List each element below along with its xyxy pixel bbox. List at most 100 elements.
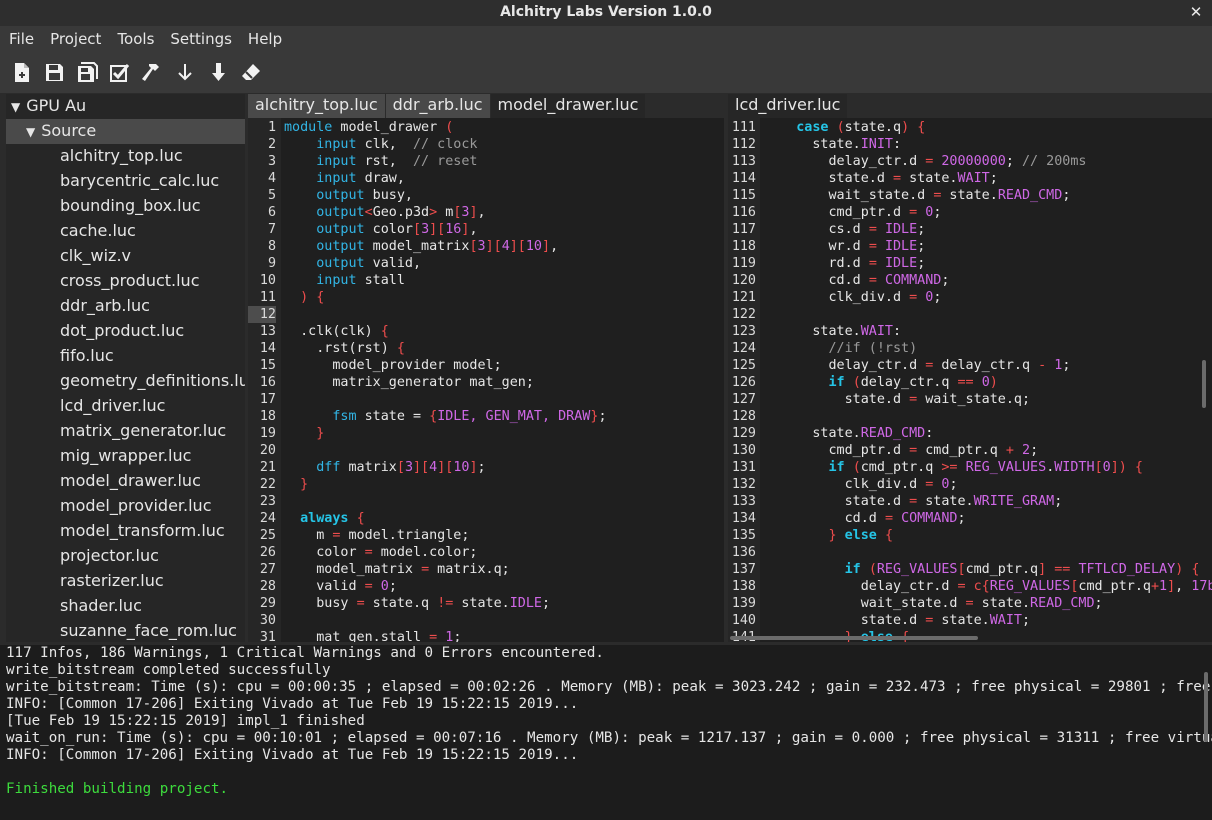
code-token: 10 [525,239,542,254]
code-token: = [364,545,373,560]
code-token: cmd_ptr.d [764,443,910,458]
code-text: //if (!rst) [764,340,918,357]
tree-file[interactable]: cache.luc [6,219,245,244]
expand-arrow-icon[interactable]: ▼ [11,100,20,114]
check-icon[interactable] [109,62,130,83]
tab-model_drawer-luc[interactable]: model_drawer.luc [490,94,647,118]
tree-file[interactable]: lcd_driver.luc [6,394,245,419]
load-flash-icon[interactable] [175,62,196,83]
code-text: dff matrix[3][4][10]; [284,459,485,476]
code-line: 4 input draw, [248,170,724,187]
tree-file[interactable]: fifo.luc [6,344,245,369]
tree-file[interactable]: alchitry_top.luc [6,144,245,169]
menu-project[interactable]: Project [42,26,109,53]
tree-file[interactable]: model_drawer.luc [6,469,245,494]
menu-tools[interactable]: Tools [109,26,162,53]
tab-lcd_driver-luc[interactable]: lcd_driver.luc [728,94,849,118]
code-text: state.d = state.WAIT; [764,612,1030,629]
menu-settings[interactable]: Settings [162,26,240,53]
close-icon[interactable]: ✕ [1186,0,1206,26]
code-token: clk_div.d [764,477,926,492]
line-number: 25 [259,528,276,543]
code-token: < [364,205,373,220]
code-token: model_matrix [284,562,422,577]
tree-file[interactable]: clk_wiz.v [6,244,245,269]
tree-file[interactable]: ddr_arb.luc [6,294,245,319]
line-number: 114 [731,171,756,186]
code-text: cmd_ptr.d = cmd_ptr.q + 2; [764,442,1038,459]
menu-help[interactable]: Help [240,26,290,53]
code-token: [ [469,239,478,254]
expand-arrow-icon[interactable]: ▼ [26,125,35,139]
tree-file[interactable]: matrix_generator.luc [6,419,245,444]
code-line: 131 if (cmd_ptr.q >= REG_VALUES.WIDTH[0]… [728,459,1212,476]
menu-file[interactable]: File [1,26,42,53]
tree-project[interactable]: ▼ GPU Au [6,94,245,119]
code-token: cmd_ptr.q [917,443,1006,458]
code-token: delay_ctr.d [764,358,926,373]
code-text: output color[3][16], [284,221,477,238]
tree-file[interactable]: geometry_definitions.luc [6,369,245,394]
new-file-icon[interactable] [11,62,32,83]
tree-file[interactable]: model_transform.luc [6,519,245,544]
code-line: 124 //if (!rst) [728,340,1212,357]
code-line: 111 case (state.q) { [728,119,1212,136]
tree-file[interactable]: model_provider.luc [6,494,245,519]
code-token: 0 [1102,460,1111,475]
erase-icon[interactable] [240,62,261,83]
code-line: 116 cmd_ptr.d = 0; [728,204,1212,221]
tab-alchitry_top-luc[interactable]: alchitry_top.luc [248,94,386,118]
code-token: busy [284,596,357,611]
save-all-icon[interactable] [77,62,98,83]
tree-file[interactable]: rasterizer.luc [6,569,245,594]
code-lines: 111 case (state.q) {112 state.INIT: 113 d… [728,119,1212,642]
right-code-editor[interactable]: 111 case (state.q) {112 state.INIT: 113 d… [728,118,1212,642]
code-line: 134 cd.d = COMMAND; [728,510,1212,527]
tree-file[interactable]: cross_product.luc [6,269,245,294]
line-number: 28 [259,579,276,594]
tree-file[interactable]: mig_wrapper.luc [6,444,245,469]
code-token: 3 [477,239,486,254]
code-token: model_matrix [364,239,470,254]
tree-file[interactable]: dot_product.luc [6,319,245,344]
line-number: 127 [731,392,756,407]
left-code-editor[interactable]: 1 module model_drawer (2 input clk, // cl… [248,118,724,642]
vertical-scrollbar[interactable] [1202,360,1206,408]
code-token: 1 [1159,579,1168,594]
console-scrollbar[interactable] [1204,672,1208,742]
load-fpga-icon[interactable] [208,62,229,83]
build-hammer-icon[interactable] [142,62,163,83]
title-bar: Alchitry Labs Version 1.0.0 ✕ [0,0,1212,26]
code-text: state.READ_CMD: [764,425,933,442]
tree-file[interactable]: shader.luc [6,594,245,619]
save-icon[interactable] [44,62,65,83]
tree-folder-source[interactable]: ▼ Source [6,119,245,144]
code-token: ] [1167,579,1176,594]
code-text: model_matrix = matrix.q; [284,561,510,578]
tree-file[interactable]: suzanne_face_rom.luc [6,619,245,642]
horizontal-scrollbar[interactable] [730,636,978,640]
console-line: write_bitstream completed successfully [6,662,331,678]
code-token: cmd_ptr.q [1078,579,1151,594]
tree-file[interactable]: projector.luc [6,544,245,569]
tree-file[interactable]: barycentric_calc.luc [6,169,245,194]
code-token: busy, [364,188,413,203]
code-text: cd.d = COMMAND; [764,510,966,527]
tab-ddr_arb-luc[interactable]: ddr_arb.luc [385,94,491,118]
code-token: > [429,205,438,220]
code-line: 12 [248,306,724,323]
code-token: state.d [764,494,910,509]
code-token: ) [901,120,910,135]
code-text: ) { [284,289,324,306]
code-token: if [844,562,861,577]
line-number: 26 [259,545,276,560]
code-token: ( [836,120,845,135]
code-token: delay_ctr.q [933,358,1039,373]
tree-file[interactable]: bounding_box.luc [6,194,245,219]
code-token: Geo.p3d [372,205,430,220]
